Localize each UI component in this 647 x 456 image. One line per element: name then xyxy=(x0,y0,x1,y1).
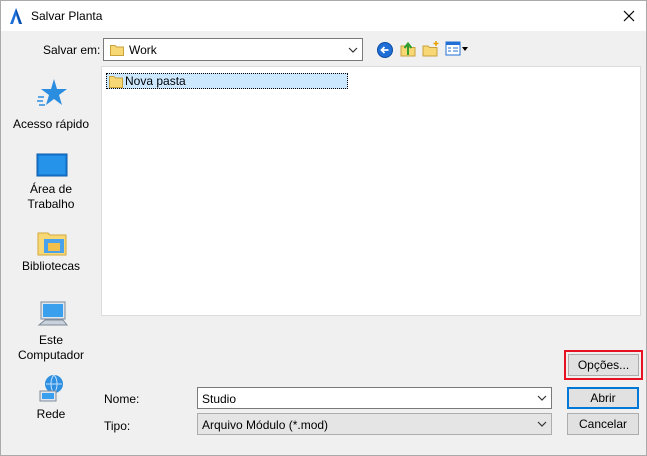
computer-icon xyxy=(37,301,68,326)
type-value: Arquivo Módulo (*.mod) xyxy=(202,418,329,432)
cancel-button[interactable]: Cancelar xyxy=(567,413,639,435)
list-item[interactable]: Nova pasta xyxy=(106,73,348,89)
view-menu-button[interactable] xyxy=(445,40,471,58)
place-libraries[interactable]: Bibliotecas xyxy=(6,227,96,277)
name-value: Studio xyxy=(202,392,237,406)
save-in-label: Salvar em: xyxy=(43,43,101,57)
options-button[interactable]: Opções... xyxy=(568,354,639,376)
desktop-icon xyxy=(36,153,68,177)
type-label: Tipo: xyxy=(104,419,131,433)
place-this-pc[interactable]: Este Computador xyxy=(6,299,96,364)
back-icon[interactable] xyxy=(376,41,394,59)
places-bar: Acesso rápido Área de Trabalho Bibliotec… xyxy=(6,67,96,439)
chevron-down-icon xyxy=(537,421,547,427)
file-name: Nova pasta xyxy=(125,74,186,88)
chevron-down-icon xyxy=(348,47,358,53)
network-icon xyxy=(39,374,63,402)
star-icon xyxy=(37,79,67,106)
window-title: Salvar Planta xyxy=(31,9,103,23)
place-desktop[interactable]: Área de Trabalho xyxy=(6,151,96,213)
close-icon xyxy=(623,10,635,22)
place-quick-access[interactable]: Acesso rápido xyxy=(6,77,96,131)
place-label: Bibliotecas xyxy=(21,259,81,273)
location-dropdown[interactable]: Work xyxy=(103,38,363,61)
type-dropdown[interactable]: Arquivo Módulo (*.mod) xyxy=(197,413,552,435)
place-label: Acesso rápido xyxy=(12,117,90,131)
up-folder-icon[interactable] xyxy=(399,40,417,58)
libraries-icon xyxy=(37,232,67,256)
new-folder-icon[interactable] xyxy=(422,40,440,58)
location-text: Work xyxy=(129,43,157,57)
open-button[interactable]: Abrir xyxy=(567,387,639,409)
place-label: Rede xyxy=(36,407,66,421)
place-label: Este Computador xyxy=(17,333,85,362)
close-button[interactable] xyxy=(612,1,646,31)
archicad-app-icon xyxy=(10,8,22,24)
name-field[interactable]: Studio xyxy=(197,387,552,409)
save-dialog: Salvar Planta Salvar em: Work Acesso ráp… xyxy=(0,0,647,456)
view-menu-icon xyxy=(445,41,468,56)
name-label: Nome: xyxy=(104,392,140,406)
title-bar: Salvar Planta xyxy=(1,1,646,31)
chevron-down-icon xyxy=(537,395,547,401)
place-network[interactable]: Rede xyxy=(6,373,96,423)
folder-icon xyxy=(110,45,124,56)
file-list[interactable]: Nova pasta xyxy=(101,66,641,316)
place-label: Área de Trabalho xyxy=(27,182,75,211)
folder-icon xyxy=(109,76,123,88)
